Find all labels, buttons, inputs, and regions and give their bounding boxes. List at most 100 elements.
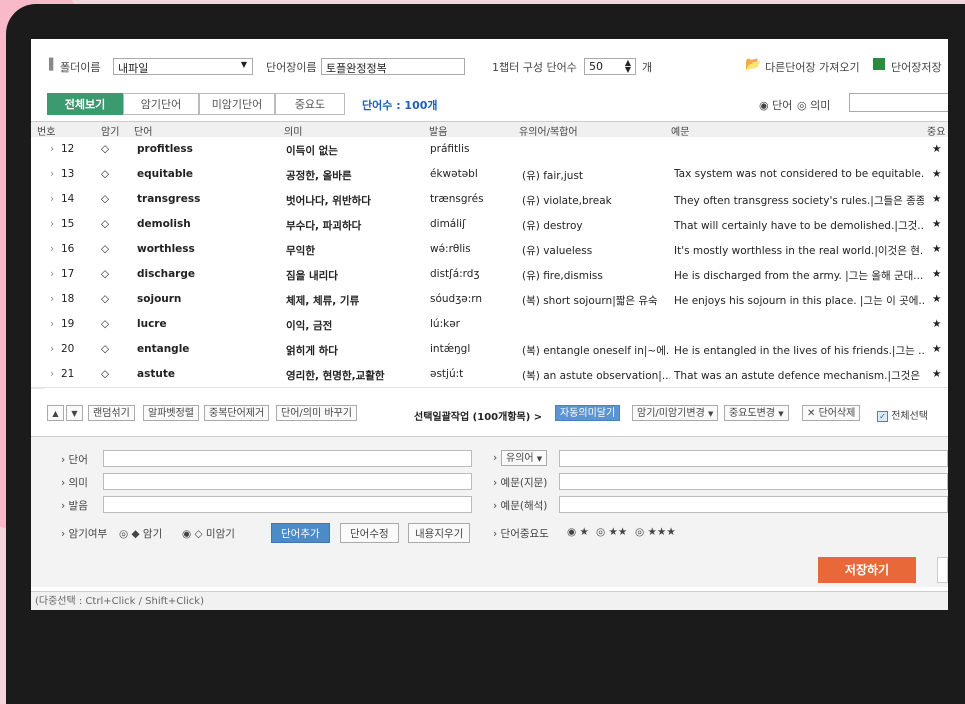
memorized-marker[interactable]: ◇ — [101, 268, 125, 280]
table-row[interactable]: › 18 ◇ sojourn 체제, 체류, 기류 sóudʒə:rn (복) short … — [31, 287, 948, 313]
table-row[interactable]: › 19 ◇ lucre 이익, 금전 lú:kər ★ — [31, 312, 948, 338]
memorized-marker[interactable]: ◇ — [101, 293, 125, 305]
table-row[interactable]: › 20 ◇ entangle 얽히게 하다 intǽŋgl (복) entangle on… — [31, 337, 948, 363]
row-meaning: 체제, 체류, 기류 — [286, 295, 360, 307]
wordbook-name-input[interactable]: 토플완정정복 — [321, 58, 465, 75]
stepper-arrows-icon[interactable]: ▲ ▼ — [625, 59, 631, 74]
memorized-marker[interactable]: ◇ — [101, 218, 125, 230]
memorize-no-radio[interactable]: ◉ ◇ 미암기 — [182, 526, 235, 541]
row-synonym: (복) an astute observation|... — [522, 370, 670, 382]
col-pronunciation[interactable]: 발음 — [429, 123, 447, 138]
table-row[interactable]: › 16 ◇ worthless 무익한 wə́:rθlis (유) valueless It… — [31, 237, 948, 263]
col-importance[interactable]: 중요 — [927, 123, 945, 138]
import-wordbook-button[interactable]: 다른단어장 가져오기 — [765, 59, 860, 75]
col-example[interactable]: 예문 — [671, 123, 689, 138]
form-meaning-input[interactable] — [103, 473, 472, 490]
bullet-icon: ▌ — [49, 58, 58, 71]
row-number: 17 — [61, 268, 75, 280]
list-toolbar: ▲ ▼ 랜덤섞기 알파벳정렬 중복단어제거 단어/의미 바꾸기 선택일괄작업 (… — [31, 399, 948, 429]
importance-3-radio[interactable]: ◎ ★★★ — [635, 526, 676, 538]
memorized-marker[interactable]: ◇ — [101, 168, 125, 180]
table-row[interactable]: › 12 ◇ profitless 이득이 없는 práfitlis ★ — [31, 137, 948, 163]
form-memorize-text: 암기여부 — [68, 528, 108, 540]
form-pron-input[interactable] — [103, 496, 472, 513]
memorize-yes-radio[interactable]: ◎ ◆ 암기 — [119, 526, 162, 541]
checkbox-checked-icon: ✓ — [877, 411, 888, 422]
alpha-sort-button[interactable]: 알파벳정렬 — [143, 405, 199, 421]
row-expand-icon: › — [50, 318, 55, 330]
app-screen: ▌ 폴더이름 내파일 ▼ 단어장이름 토플완정정복 1챕터 구성 단어수 50 … — [31, 39, 948, 610]
chapter-count-value: 50 — [589, 60, 603, 73]
form-pron-label: › 발음 — [61, 500, 88, 512]
tab-importance[interactable]: 중요도 — [275, 93, 345, 115]
importance-change-dropdown[interactable]: 중요도변경 ▼ — [724, 405, 789, 421]
col-no[interactable]: 번호 — [37, 123, 55, 138]
form-meaning-text: 의미 — [68, 477, 88, 489]
memorize-change-dropdown[interactable]: 암기/미암기변경 ▼ — [632, 405, 719, 421]
col-meaning[interactable]: 의미 — [284, 123, 302, 138]
folder-select[interactable]: 내파일 ▼ — [113, 58, 253, 75]
search-mode-meaning-radio[interactable]: ◎ 의미 — [797, 97, 830, 113]
form-example-trans-input[interactable] — [559, 496, 948, 513]
memorized-marker[interactable]: ◇ — [101, 243, 125, 255]
table-row[interactable]: › 13 ◇ equitable 공정한, 올바른 ékwətəbl (유) fair,ju… — [31, 162, 948, 188]
save-button[interactable]: 저장하기 — [818, 557, 916, 583]
tab-memorized[interactable]: 암기단어 — [123, 93, 199, 115]
edit-word-button[interactable]: 단어수정 — [340, 523, 399, 543]
chevron-down-icon: ▼ — [536, 455, 543, 463]
col-word[interactable]: 단어 — [134, 123, 152, 138]
move-down-button[interactable]: ▼ — [66, 405, 83, 421]
shuffle-button[interactable]: 랜덤섞기 — [88, 405, 135, 421]
table-row[interactable]: › 17 ◇ discharge 짐을 내리다 distʃá:rdʒ (유) fire,di… — [31, 262, 948, 288]
row-number: 19 — [61, 318, 75, 330]
form-example-input[interactable] — [559, 473, 948, 490]
row-synonym: (유) violate,break — [522, 195, 612, 207]
row-number: 21 — [61, 368, 75, 380]
search-input[interactable] — [849, 93, 948, 112]
memorized-marker[interactable]: ◇ — [101, 368, 125, 380]
synonym-type-label: 유의어 — [506, 453, 534, 464]
swap-word-meaning-button[interactable]: 단어/의미 바꾸기 — [276, 405, 357, 421]
table-row[interactable]: › 15 ◇ demolish 부수다, 파괴하다 dimáliʃ (유) destroy T… — [31, 212, 948, 238]
row-example: They often transgress society's rules.|그… — [674, 195, 924, 207]
auto-meaning-button[interactable]: 자동의미달기 — [555, 405, 621, 421]
move-up-button[interactable]: ▲ — [47, 405, 64, 421]
form-example-trans-text: 예문(해석) — [500, 500, 548, 512]
row-pronunciation: sóudʒə:rn — [430, 293, 483, 305]
form-word-input[interactable] — [103, 450, 472, 467]
dedupe-button[interactable]: 중복단어제거 — [204, 405, 270, 421]
row-meaning: 짐을 내리다 — [286, 270, 338, 282]
col-synonym[interactable]: 유의어/복합어 — [519, 123, 578, 138]
save-wordbook-button[interactable]: 단어장저장 — [891, 59, 942, 75]
search-mode-word-radio[interactable]: ◉ 단어 — [759, 97, 792, 113]
memorized-marker[interactable]: ◇ — [101, 318, 125, 330]
form-synonym-input[interactable] — [559, 450, 948, 467]
extra-button[interactable] — [937, 557, 948, 583]
memorized-marker[interactable]: ◇ — [101, 143, 125, 155]
importance-2-radio[interactable]: ◎ ★★ — [596, 526, 627, 538]
synonym-type-dropdown[interactable]: 유의어 ▼ — [501, 450, 548, 466]
chapter-count-stepper[interactable]: 50 ▲ ▼ — [584, 58, 636, 75]
add-word-button[interactable]: 단어추가 — [271, 523, 330, 543]
search-mode-meaning-label: 의미 — [810, 99, 831, 112]
select-all-checkbox[interactable]: ✓ 전체선택 — [877, 407, 928, 422]
tab-all[interactable]: 전체보기 — [47, 93, 123, 115]
importance-3-label: ★★★ — [647, 526, 676, 538]
row-expand-icon: › — [50, 243, 55, 255]
clear-form-button[interactable]: 내용지우기 — [408, 523, 471, 543]
memorized-marker[interactable]: ◇ — [101, 343, 125, 355]
col-memorized[interactable]: 암기 — [101, 123, 119, 138]
tab-not-memorized[interactable]: 미암기단어 — [199, 93, 275, 115]
row-word: demolish — [137, 218, 191, 230]
close-icon: ✕ — [807, 408, 816, 419]
row-example: That was an astute defence mechanism.|그것… — [674, 370, 924, 382]
table-row[interactable]: › 14 ◇ transgress 벗어나다, 위반하다 trænsgrés (유) vio… — [31, 187, 948, 213]
table-row[interactable]: › 21 ◇ astute 영리한, 현명한,교활한 əstjú:t (복) an astu… — [31, 362, 948, 388]
row-word: transgress — [137, 193, 201, 205]
row-meaning: 얽히게 하다 — [286, 345, 338, 357]
delete-words-button[interactable]: ✕ 단어삭제 — [802, 405, 861, 421]
delete-words-label: 단어삭제 — [818, 408, 856, 419]
memorized-marker[interactable]: ◇ — [101, 193, 125, 205]
row-synonym: (복) short sojourn|짧은 유숙 — [522, 295, 658, 307]
importance-1-radio[interactable]: ◉ ★ — [567, 526, 589, 538]
